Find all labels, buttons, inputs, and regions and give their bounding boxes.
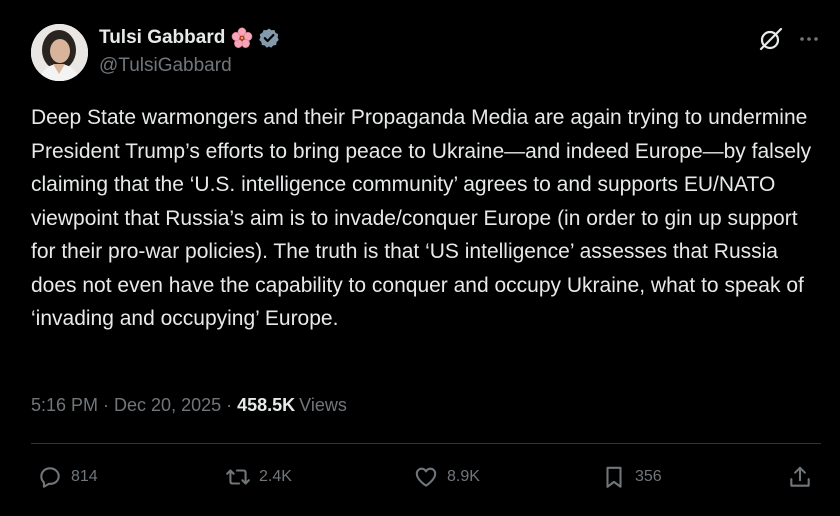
bookmark-button[interactable]: 356 [601, 455, 662, 499]
action-bar: 814 2.4K 8.9K 356 [31, 455, 821, 499]
post-text: Deep State warmongers and their Propagan… [31, 106, 818, 330]
post-meta: 5:16 PM · Dec 20, 2025 · 458.5K Views [31, 395, 347, 416]
views-label: Views [299, 395, 347, 415]
post-card: Tulsi Gabbard @TulsiGabbard Deep State w… [0, 0, 840, 516]
author-display-name[interactable]: Tulsi Gabbard [99, 27, 225, 49]
reply-count: 814 [71, 468, 98, 485]
bookmark-count: 356 [635, 468, 662, 485]
share-icon [790, 466, 810, 487]
hibiscus-flower-icon [231, 27, 253, 49]
reply-button[interactable]: 814 [37, 455, 98, 499]
like-button[interactable]: 8.9K [413, 455, 480, 499]
verified-badge-icon[interactable] [258, 27, 280, 49]
repost-icon [226, 469, 250, 485]
author-handle[interactable]: @TulsiGabbard [99, 55, 232, 77]
repost-button[interactable]: 2.4K [225, 455, 292, 499]
share-button[interactable] [787, 455, 813, 499]
grok-icon[interactable] [758, 26, 784, 52]
meta-separator: · [226, 395, 233, 415]
reply-icon [40, 467, 60, 488]
divider [31, 443, 821, 444]
repost-count: 2.4K [259, 468, 292, 485]
heart-icon [415, 467, 437, 487]
bookmark-icon [606, 466, 622, 488]
profile-photo [31, 24, 88, 81]
views-count: 458.5K [237, 395, 296, 415]
avatar[interactable] [31, 24, 88, 81]
author-name-row: Tulsi Gabbard [99, 26, 280, 50]
post-timestamp[interactable]: 5:16 PM · Dec 20, 2025 [31, 395, 221, 416]
like-count: 8.9K [447, 468, 480, 485]
more-dots-icon[interactable] [797, 28, 821, 50]
